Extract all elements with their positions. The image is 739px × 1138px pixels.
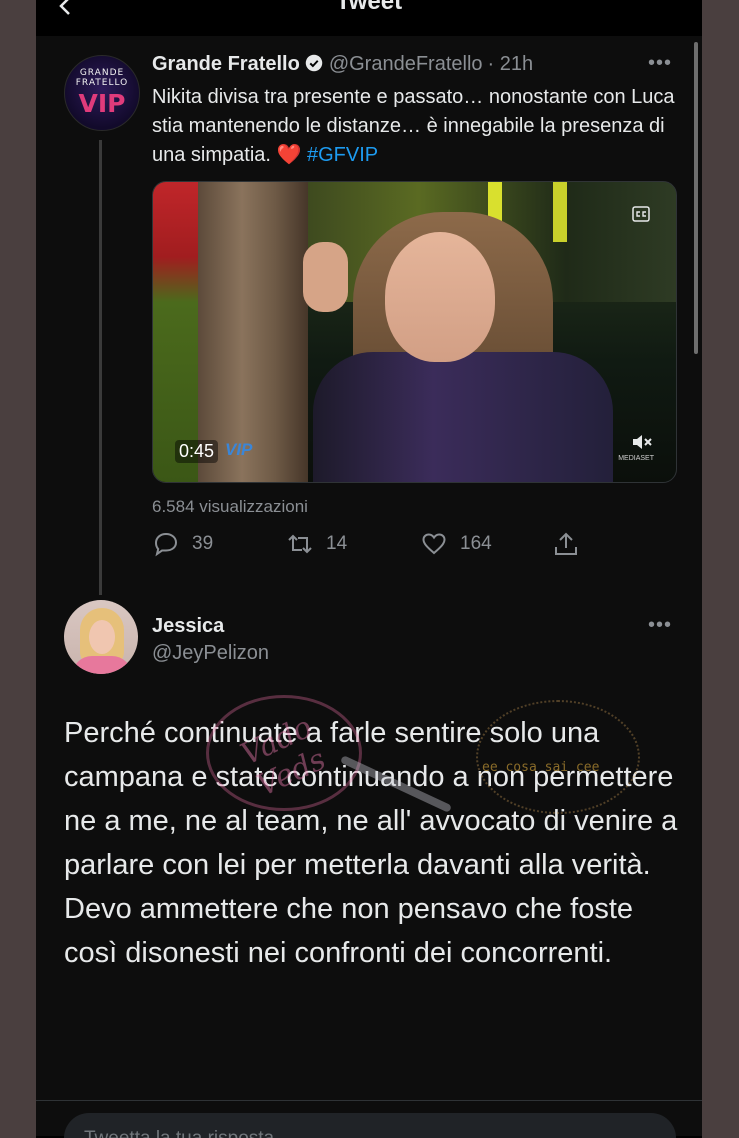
avatar-face: [89, 620, 115, 654]
reply-text: Perché continuate a farle sentire solo u…: [64, 717, 678, 969]
tweet-text: Nikita divisa tra presente e passato… no…: [152, 83, 692, 170]
avatar[interactable]: [64, 600, 138, 674]
video-frame-person: [303, 242, 348, 312]
avatar-shirt: [72, 656, 132, 674]
more-options-icon[interactable]: •••: [648, 52, 672, 75]
reply-button[interactable]: 39: [152, 530, 213, 558]
heart-emoji-icon: ❤️: [276, 144, 302, 166]
retweet-button[interactable]: 14: [286, 530, 347, 558]
heart-icon: [422, 533, 446, 555]
video-frame-bg: [553, 182, 567, 242]
share-icon: [555, 532, 577, 555]
tweet-text-body: Nikita divisa tra presente e passato… no…: [152, 86, 675, 166]
verified-badge-icon: [305, 54, 323, 72]
reply-composer[interactable]: Tweetta la tua risposta: [64, 1113, 676, 1138]
retweet-count: 14: [326, 533, 348, 554]
handle[interactable]: @GrandeFratello: [329, 53, 483, 75]
video-channel-badge: VIP: [225, 440, 253, 459]
views-count[interactable]: 6.584 visualizzazioni: [152, 497, 308, 517]
divider: [36, 1100, 702, 1101]
video-watermark: MEDIASET: [618, 455, 654, 462]
hashtag-link[interactable]: #GFVIP: [307, 144, 378, 166]
reply-handle[interactable]: @JeyPelizon: [152, 642, 269, 665]
timestamp[interactable]: · 21h: [488, 53, 534, 75]
scrollbar[interactable]: [694, 42, 698, 354]
video-frame-person: [313, 352, 613, 482]
app-screen: Tweet GRANDE FRATELLO VIP Grande Fratell…: [36, 0, 702, 1138]
reply-display-name[interactable]: Jessica: [152, 615, 224, 638]
share-button[interactable]: [552, 530, 580, 558]
captions-icon[interactable]: [632, 206, 650, 222]
video-player[interactable]: 0:45 VIP MEDIASET: [152, 181, 677, 483]
mute-icon[interactable]: [630, 430, 654, 454]
display-name[interactable]: Grande Fratello: [152, 53, 300, 75]
reply-count: 39: [192, 533, 214, 554]
top-bar: Tweet: [36, 0, 702, 36]
retweet-icon: [288, 534, 312, 554]
avatar[interactable]: GRANDE FRATELLO VIP: [64, 55, 140, 131]
action-bar: 39 14 164: [152, 530, 692, 562]
avatar-logo-text: GRANDE FRATELLO: [75, 68, 129, 88]
video-frame-person: [385, 232, 495, 362]
tweet-author[interactable]: Grande Fratello @GrandeFratello · 21h: [152, 53, 533, 76]
like-button[interactable]: 164: [420, 530, 492, 558]
page-title: Tweet: [335, 0, 403, 15]
thread-line: [99, 140, 102, 595]
avatar-logo-vip: VIP: [78, 89, 126, 118]
reply-placeholder: Tweetta la tua risposta: [84, 1128, 274, 1138]
video-frame-tree: [198, 182, 308, 482]
video-duration: 0:45: [175, 440, 219, 463]
reply-icon: [154, 532, 178, 557]
like-count: 164: [460, 533, 492, 554]
more-options-icon[interactable]: •••: [648, 614, 672, 637]
